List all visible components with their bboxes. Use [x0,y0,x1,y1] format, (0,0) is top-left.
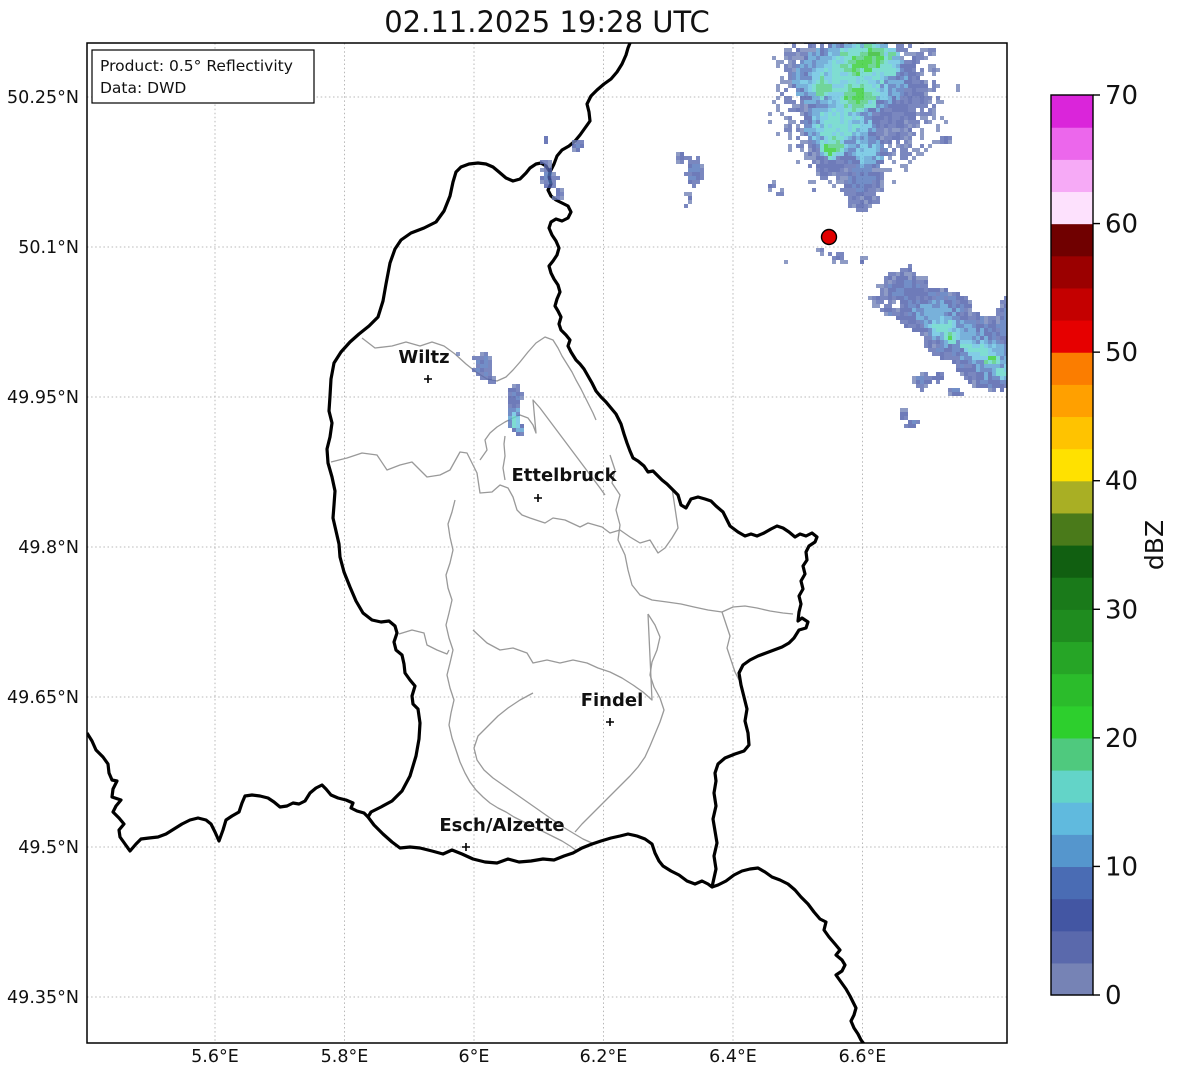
y-tick-label: 49.35°N [7,988,79,1008]
colorbar-segment [1051,577,1093,610]
echo-pixels [784,248,868,264]
district-border-path [330,451,679,554]
colorbar-tick-label: 60 [1105,210,1138,240]
city-label: Findel [581,690,644,711]
colorbar-segment [1051,223,1093,257]
colorbar-segment [1051,255,1093,289]
city-label: Ettelbruck [511,465,617,486]
x-tick-label: 5.6°E [191,1047,239,1067]
colorbar-axis-label: dBZ [1140,520,1169,570]
colorbar-segment [1051,930,1093,964]
colorbar-segment [1051,609,1093,643]
district-border-path [609,454,794,615]
colorbar-segment [1051,641,1093,675]
colorbar-segment [1051,770,1093,803]
city-marker-cross [462,843,470,851]
city-marker-cross [424,375,432,383]
district-border-path [721,611,740,681]
district-border-path [445,499,578,852]
colorbar-segment [1051,448,1093,482]
colorbar-segment [1051,898,1093,932]
colorbar-segment [1051,191,1093,225]
country-border-path [711,866,866,1043]
info-box-product-line: Product: 0.5° Reflectivity [100,57,293,75]
y-tick-label: 49.8°N [18,538,79,558]
country-border-path [87,732,370,853]
colorbar-segment [1051,320,1093,353]
colorbar-tick-labels: 0 10 20 30 40 50 60 70 [1093,81,1138,1011]
colorbar-tick-label: 40 [1105,467,1138,497]
colorbar-tick-label: 10 [1105,852,1138,882]
info-box: Product: 0.5° Reflectivity Data: DWD [91,49,315,104]
x-tick-label: 6.6°E [839,1047,887,1067]
country-borders [87,43,866,1043]
echo-pixels [512,416,516,428]
colorbar-tick-label: 0 [1105,981,1122,1011]
colorbar-segment [1051,159,1093,193]
district-border-path [574,613,665,833]
y-tick-label: 50.25°N [7,88,79,108]
colorbar-tick-label: 50 [1105,338,1138,368]
district-border-path [502,435,506,481]
colorbar-segment [1051,127,1093,160]
y-tick-label: 49.65°N [7,688,79,708]
colorbar-segment [1051,95,1093,128]
figure-title: 02.11.2025 19:28 UTC [384,5,710,39]
radar-figure: 02.11.2025 19:28 UTC Wiltz Ettelbruck Find… [0,0,1184,1081]
y-tick-label: 49.5°N [18,838,79,858]
colorbar-segment [1051,384,1093,418]
x-axis-tick-labels: 5.6°E 5.8°E 6°E 6.2°E 6.4°E 6.6°E [191,1047,886,1067]
district-borders [330,336,794,852]
location-marker-dot [820,228,838,246]
colorbar-segment [1051,480,1093,514]
country-border-path [325,161,819,889]
colorbar-segment [1051,705,1093,739]
colorbar-tick-label: 70 [1105,81,1138,111]
x-tick-label: 5.8°E [321,1047,369,1067]
colorbar-tick-label: 20 [1105,724,1138,754]
y-tick-label: 49.95°N [7,388,79,408]
echo-pixels [540,136,772,200]
y-tick-label: 50.1°N [18,238,79,258]
colorbar-segment [1051,866,1093,900]
colorbar-segment [1051,287,1093,321]
x-tick-label: 6.2°E [580,1047,628,1067]
y-axis-tick-labels: 50.25°N 50.1°N 49.95°N 49.8°N 49.65°N 49.5°N 4… [7,88,79,1008]
colorbar-segment [1051,673,1093,707]
radar-echoes [456,43,1007,436]
colorbar-segment [1051,545,1093,578]
radar-map-canvas: 02.11.2025 19:28 UTC Wiltz Ettelbruck Find… [7,5,1169,1067]
colorbar-segment [1051,962,1093,996]
city-marker-cross [606,718,614,726]
x-tick-label: 6.4°E [709,1047,757,1067]
colorbar [1051,95,1093,996]
country-border-path [548,43,632,173]
colorbar-segment [1051,737,1093,771]
colorbar-segment [1051,416,1093,450]
colorbar-segment [1051,834,1093,868]
colorbar-segment [1051,512,1093,546]
district-border-path [361,336,597,421]
city-marker-cross [534,494,542,502]
district-border-path [398,629,450,655]
colorbar-tick-label: 30 [1105,595,1138,625]
colorbar-segment [1051,352,1093,385]
info-box-data-line: Data: DWD [100,79,186,97]
city-labels: Wiltz Ettelbruck Findel Esch/Alzette [398,347,643,851]
colorbar-segment [1051,802,1093,835]
x-tick-label: 6°E [459,1047,490,1067]
echo-pixels [868,52,880,56]
city-label: Esch/Alzette [439,815,564,836]
city-label: Wiltz [398,347,449,368]
district-border-path [472,613,653,701]
